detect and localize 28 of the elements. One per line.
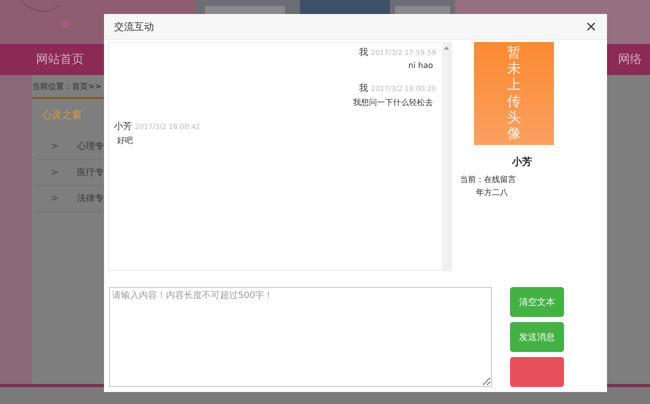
close-button[interactable]: × [585, 18, 597, 34]
avatar-text: 暂未上传头像 [507, 45, 521, 142]
nav-link[interactable]: 网站首页 [28, 51, 92, 68]
chevron-icon: > [51, 142, 77, 152]
sidebar-item[interactable]: 法律专 [77, 192, 104, 205]
action-button[interactable]: 清空文本 [510, 287, 564, 317]
chevron-icon: > [51, 168, 77, 178]
nav-link[interactable]: 网络 [610, 51, 650, 68]
profile-status: 当前：在线留言 [460, 174, 517, 185]
action-button[interactable] [510, 357, 564, 387]
sender-name: 我 [358, 82, 368, 95]
sidebar-item[interactable]: 心理专 [77, 140, 104, 153]
action-button[interactable]: 发送消息 [510, 322, 564, 352]
sidebar-item[interactable]: 医疗专 [77, 166, 104, 179]
dialog-title: 交流互动 [114, 20, 154, 34]
scrollbar[interactable] [442, 43, 451, 270]
sender-name: 我 [358, 46, 368, 59]
scroll-up-icon[interactable] [444, 46, 449, 50]
chevron-icon: > [51, 194, 77, 204]
profile-name: 小芳 [512, 156, 533, 169]
message-text: 我想问一下什么轻松去 [352, 97, 434, 108]
message-text: ni hao [407, 61, 434, 70]
message-input[interactable]: 请输入内容！内容长度不可超过500字！ [109, 287, 492, 387]
profile-note: 年方二八 [476, 187, 509, 198]
sidebar-title: 心灵之窗 [42, 108, 82, 122]
sender-name: 小芳 [114, 120, 132, 133]
breadcrumb: 当前位置：首页>> [32, 81, 102, 92]
message-text: 好吧 [116, 135, 134, 146]
